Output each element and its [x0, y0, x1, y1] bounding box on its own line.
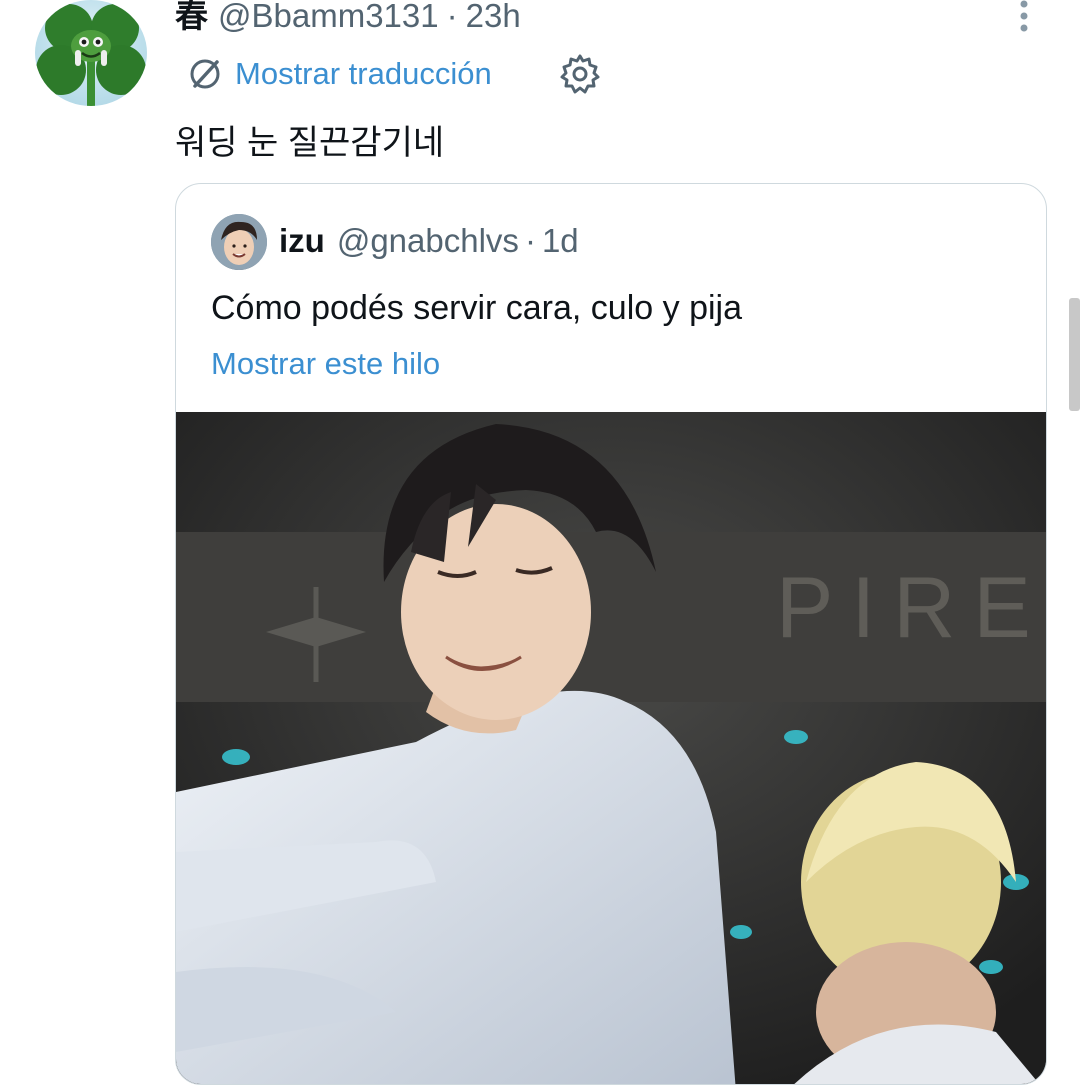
quoted-tweet-header: izu @gnabchlvs · 1d: [279, 218, 579, 264]
tweet-text: 워딩 눈 질끈감기네: [175, 124, 445, 162]
more-vertical-icon[interactable]: [1012, 0, 1036, 36]
quoted-author-name[interactable]: izu: [279, 222, 325, 259]
quoted-tweet-card[interactable]: izu @gnabchlvs · 1d Cómo podés servir cara,…: [175, 183, 1047, 1085]
show-translation-button[interactable]: Mostrar traducción: [185, 52, 492, 96]
quoted-avatar-image: [211, 214, 267, 270]
tweet-header: 春 @Bbamm3131 · 23h: [175, 0, 521, 38]
quoted-author-handle[interactable]: @gnabchlvs: [337, 222, 519, 259]
concert-photo: PIRE: [176, 412, 1046, 1084]
author-name[interactable]: 春: [175, 0, 208, 34]
author-handle[interactable]: @Bbamm3131: [218, 0, 439, 34]
gear-icon[interactable]: [558, 52, 602, 96]
translate-globe-icon: [190, 59, 220, 89]
tweet-timestamp[interactable]: 23h: [466, 0, 521, 34]
show-translation-label: Mostrar traducción: [235, 56, 492, 91]
scrollbar[interactable]: [1069, 298, 1080, 411]
clover-avatar-image: [36, 4, 146, 106]
quoted-tweet-text: Cómo podés servir cara, culo y pija: [211, 289, 743, 327]
quoted-author-avatar[interactable]: [211, 214, 267, 270]
header-separator: ·: [446, 0, 458, 34]
author-avatar[interactable]: [35, 0, 147, 106]
quoted-tweet-photo[interactable]: PIRE: [176, 412, 1046, 1084]
quoted-header-separator: ·: [524, 222, 536, 259]
show-thread-link[interactable]: Mostrar este hilo: [211, 342, 440, 386]
quoted-timestamp[interactable]: 1d: [542, 222, 579, 259]
banner-text: PIRE: [776, 560, 1046, 656]
